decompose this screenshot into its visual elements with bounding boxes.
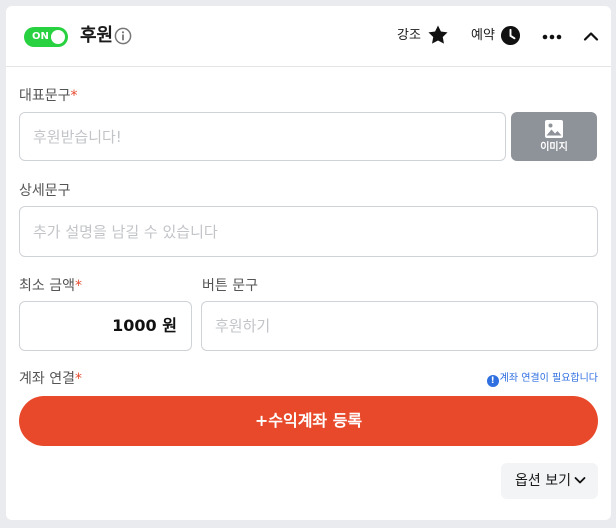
account-label-text: 계좌 연결	[19, 371, 75, 387]
headline-label-text: 대표문구	[19, 88, 71, 104]
donation-card: ON 후원 강조 예약 대표문구* 후원받습니다! 이미지 상세문구 추가 설명…	[6, 6, 611, 520]
image-button-label: 이미지	[540, 142, 568, 153]
min-amount-label: 최소 금액*	[19, 277, 82, 295]
more-options-icon[interactable]	[542, 34, 562, 40]
on-off-toggle[interactable]: ON	[24, 27, 68, 47]
button-text-input[interactable]	[201, 301, 598, 351]
button-text-label: 버튼 문구	[202, 278, 258, 294]
toggle-knob	[51, 30, 65, 44]
options-button-label: 옵션 보기	[515, 473, 571, 489]
info-icon[interactable]	[114, 27, 132, 45]
highlight-label: 강조	[397, 28, 421, 43]
headline-input[interactable]	[19, 112, 506, 161]
star-icon[interactable]	[427, 24, 449, 46]
widget-title: 후원	[80, 25, 114, 46]
headline-label: 대표문구*	[19, 87, 78, 105]
chevron-down-icon	[574, 477, 586, 484]
required-mark: *	[70, 88, 78, 104]
toggle-label: ON	[32, 31, 49, 42]
schedule-label: 예약	[471, 28, 495, 43]
alert-icon: !	[486, 375, 499, 387]
required-mark: *	[74, 278, 82, 294]
account-hint-text: 계좌 연결이 필요합니다	[499, 373, 598, 384]
min-amount-value: 1000 원	[112, 316, 177, 336]
amount-unit: 원	[162, 316, 177, 335]
image-upload-button[interactable]: 이미지	[511, 112, 597, 161]
account-required-hint: ! 계좌 연결이 필요합니다	[486, 372, 598, 387]
chevron-up-icon[interactable]	[583, 30, 599, 42]
account-label: 계좌 연결*	[19, 370, 82, 388]
amount-number: 1000	[112, 316, 157, 335]
image-icon	[545, 120, 563, 138]
detail-label: 상세문구	[19, 183, 71, 199]
min-amount-label-text: 최소 금액	[19, 278, 75, 294]
card-header: ON 후원 강조 예약	[6, 6, 611, 67]
detail-input[interactable]	[19, 206, 598, 257]
min-amount-input[interactable]: 1000 원	[19, 301, 192, 351]
required-mark: *	[74, 371, 82, 387]
register-account-button[interactable]: +수익계좌 등록	[19, 396, 598, 446]
show-options-button[interactable]: 옵션 보기	[501, 463, 598, 499]
clock-icon[interactable]	[500, 25, 521, 46]
